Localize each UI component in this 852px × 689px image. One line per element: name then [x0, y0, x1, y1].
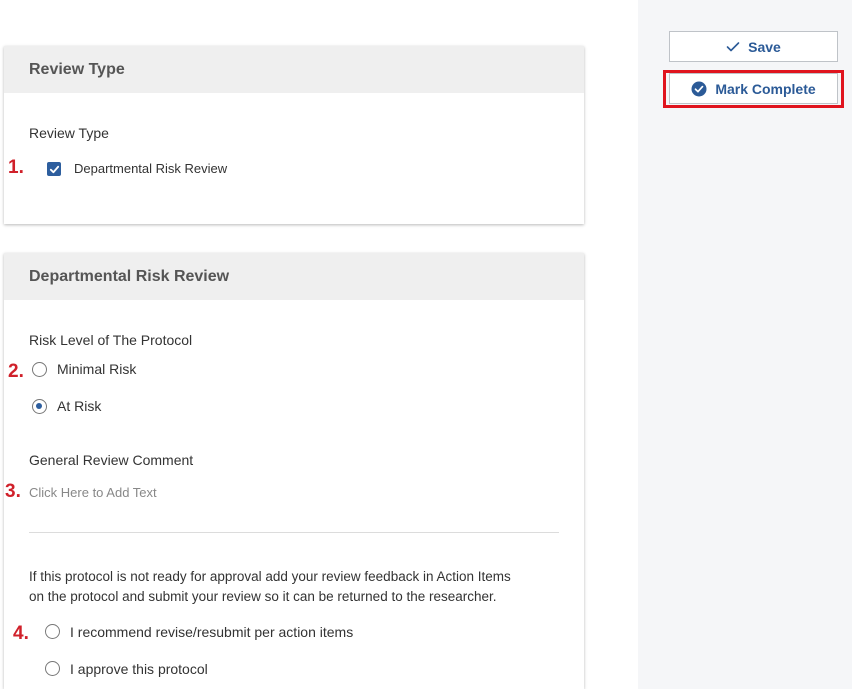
save-label: Save	[748, 38, 781, 55]
section-divider	[29, 532, 559, 533]
instructions-line-2: on the protocol and submit your review s…	[29, 589, 497, 604]
departmental-risk-review-checkbox[interactable]	[47, 162, 61, 176]
departmental-risk-review-label[interactable]: Departmental Risk Review	[74, 161, 227, 176]
approve-protocol-radio[interactable]	[45, 661, 60, 676]
revise-resubmit-label[interactable]: I recommend revise/resubmit per action i…	[70, 624, 353, 640]
departmental-risk-review-header: Departmental Risk Review	[4, 253, 584, 300]
annotation-marker-3: 3.	[5, 481, 21, 502]
check-icon	[726, 41, 740, 53]
departmental-risk-review-card: Departmental Risk Review Risk Level of T…	[4, 253, 584, 689]
checkmark-icon	[49, 165, 59, 173]
annotation-highlight-box	[663, 70, 844, 108]
risk-level-label: Risk Level of The Protocol	[29, 332, 193, 348]
review-type-header: Review Type	[4, 46, 584, 93]
general-review-comment-label: General Review Comment	[29, 452, 194, 468]
main-content: Review Type Review Type Departmental Ris…	[0, 0, 638, 689]
revise-resubmit-radio[interactable]	[45, 624, 60, 639]
review-type-card: Review Type Review Type Departmental Ris…	[4, 46, 584, 224]
annotation-marker-2: 2.	[8, 361, 24, 382]
instructions-line-1: If this protocol is not ready for approv…	[29, 569, 511, 584]
approve-protocol-label[interactable]: I approve this protocol	[70, 661, 208, 677]
annotation-marker-4: 4.	[13, 623, 29, 644]
review-type-field-label: Review Type	[29, 125, 109, 141]
general-review-comment-input[interactable]: Click Here to Add Text	[29, 485, 157, 500]
minimal-risk-radio[interactable]	[32, 362, 47, 377]
minimal-risk-label[interactable]: Minimal Risk	[57, 361, 136, 377]
at-risk-label[interactable]: At Risk	[57, 398, 101, 414]
annotation-marker-1: 1.	[8, 157, 24, 178]
at-risk-radio[interactable]	[32, 399, 47, 414]
save-button[interactable]: Save	[669, 31, 838, 62]
